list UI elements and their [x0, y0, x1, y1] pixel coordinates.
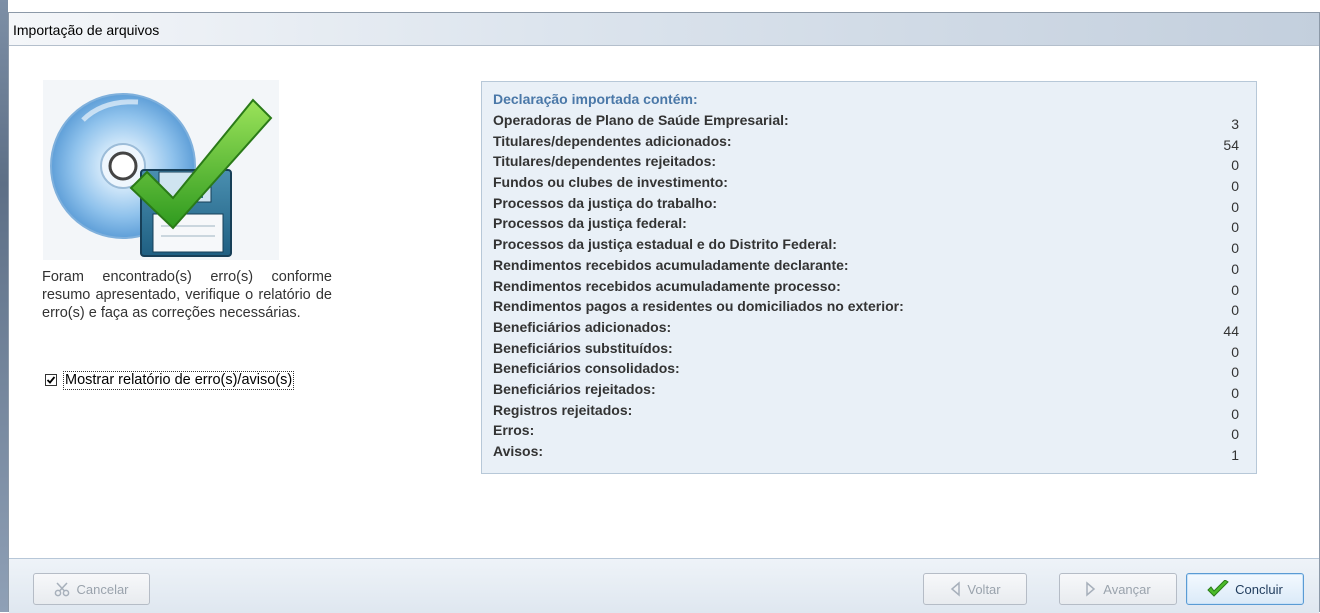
summary-row: Rendimentos recebidos acumuladamente dec… — [493, 256, 1239, 277]
summary-row-label: Erros: — [493, 422, 535, 439]
summary-row-label: Rendimentos pagos a residentes ou domici… — [493, 298, 904, 315]
summary-row-label: Titulares/dependentes adicionados: — [493, 132, 732, 149]
show-report-label[interactable]: Mostrar relatório de erro(s)/aviso(s) — [63, 370, 295, 390]
title-bar: Importação de arquivos — [9, 13, 1319, 46]
summary-row-value: 0 — [1231, 157, 1239, 174]
show-report-option[interactable]: Mostrar relatório de erro(s)/aviso(s) — [45, 370, 295, 390]
summary-row-label: Beneficiários substituídos: — [493, 339, 673, 356]
summary-row: Processos da justiça estadual e do Distr… — [493, 235, 1239, 256]
summary-row-label: Operadoras de Plano de Saúde Empresarial… — [493, 112, 789, 128]
summary-row: Fundos ou clubes de investimento: 0 — [493, 173, 1239, 194]
cancel-button[interactable]: Cancelar — [33, 573, 150, 605]
next-label: Avançar — [1103, 581, 1151, 597]
summary-rows: Operadoras de Plano de Saúde Empresarial… — [493, 111, 1239, 463]
summary-row-label: Avisos: — [493, 443, 544, 459]
show-report-checkbox[interactable] — [45, 374, 57, 386]
window-title: Importação de arquivos — [13, 22, 160, 38]
arrow-left-icon — [951, 581, 961, 597]
disk-floppy-check-icon — [43, 80, 279, 260]
arrow-right-icon — [1086, 581, 1096, 597]
summary-row-label: Processos da justiça federal: — [493, 215, 687, 232]
summary-row-label: Beneficiários rejeitados: — [493, 380, 656, 397]
summary-row: Beneficiários consolidados: 0 — [493, 359, 1239, 380]
summary-row-label: Fundos ou clubes de investimento: — [493, 174, 728, 191]
summary-header: Declaração importada contém: — [493, 91, 698, 107]
back-button[interactable]: Voltar — [923, 573, 1027, 605]
summary-row-label: Processos da justiça estadual e do Distr… — [493, 236, 837, 253]
summary-row-label: Processos da justiça do trabalho: — [493, 194, 718, 211]
summary-row: Titulares/dependentes adicionados: 54 — [493, 132, 1239, 153]
summary-row: Beneficiários substituídos: 0 — [493, 339, 1239, 360]
summary-row-value: 0 — [1231, 426, 1239, 443]
summary-row-value: 0 — [1231, 384, 1239, 401]
summary-row: Beneficiários adicionados: 44 — [493, 318, 1239, 339]
summary-row-value: 54 — [1223, 136, 1239, 153]
import-summary-panel: Declaração importada contém: Operadoras … — [481, 81, 1257, 474]
summary-row-label: Beneficiários consolidados: — [493, 360, 680, 377]
summary-row: Erros: 0 — [493, 421, 1239, 442]
summary-row: Registros rejeitados: 0 — [493, 401, 1239, 422]
summary-row-value: 0 — [1231, 302, 1239, 319]
footer-bar: Cancelar Voltar Avançar Concluir — [9, 558, 1319, 613]
summary-row-value: 0 — [1231, 405, 1239, 422]
finish-label: Concluir — [1235, 581, 1283, 597]
summary-row: Operadoras de Plano de Saúde Empresarial… — [493, 111, 1239, 132]
scissors-icon — [55, 582, 70, 597]
cancel-label: Cancelar — [76, 581, 129, 597]
finish-button[interactable]: Concluir — [1186, 573, 1304, 605]
summary-row: Processos da justiça do trabalho: 0 — [493, 194, 1239, 215]
summary-row-value: 0 — [1231, 240, 1239, 257]
summary-row-value: 3 — [1231, 116, 1239, 132]
summary-row-label: Titulares/dependentes rejeitados: — [493, 153, 717, 170]
summary-row: Rendimentos recebidos acumuladamente pro… — [493, 277, 1239, 298]
summary-row-value: 0 — [1231, 219, 1239, 236]
back-label: Voltar — [967, 581, 1001, 597]
summary-row: Avisos: 1 — [493, 442, 1239, 463]
summary-row-value: 0 — [1231, 198, 1239, 215]
background-window-edge — [0, 0, 8, 612]
summary-row: Rendimentos pagos a residentes ou domici… — [493, 297, 1239, 318]
checkmark-icon — [1207, 580, 1229, 597]
summary-row-value: 44 — [1223, 322, 1239, 339]
summary-row-value: 0 — [1231, 343, 1239, 360]
summary-row: Titulares/dependentes rejeitados: 0 — [493, 152, 1239, 173]
summary-row-label: Rendimentos recebidos acumuladamente dec… — [493, 256, 849, 273]
next-button[interactable]: Avançar — [1059, 573, 1177, 605]
checkmark-icon — [46, 376, 56, 384]
summary-row-value: 0 — [1231, 364, 1239, 381]
summary-row-value: 0 — [1231, 281, 1239, 298]
dialog-content: Foram encontrado(s) erro(s) conforme res… — [9, 46, 1319, 558]
summary-row-value: 0 — [1231, 178, 1239, 195]
summary-row-label: Registros rejeitados: — [493, 401, 633, 418]
summary-row: Processos da justiça federal: 0 — [493, 214, 1239, 235]
summary-row: Beneficiários rejeitados: 0 — [493, 380, 1239, 401]
summary-row-label: Beneficiários adicionados: — [493, 318, 672, 335]
summary-row-value: 1 — [1231, 447, 1239, 463]
import-dialog: Importação de arquivos Foram encontrado(… — [8, 12, 1320, 613]
error-message: Foram encontrado(s) erro(s) conforme res… — [42, 269, 332, 321]
summary-row-label: Rendimentos recebidos acumuladamente pro… — [493, 277, 841, 294]
summary-row-value: 0 — [1231, 260, 1239, 277]
